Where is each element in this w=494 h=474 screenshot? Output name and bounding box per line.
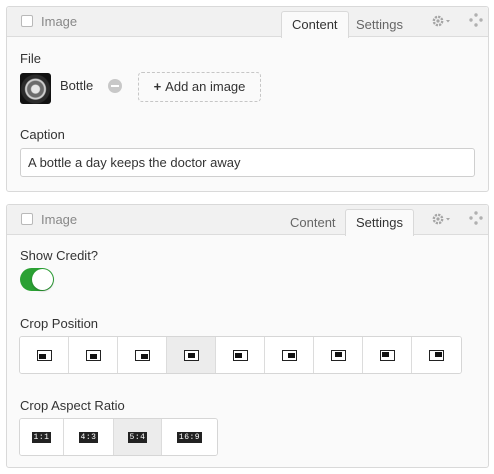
add-image-label: Add an image bbox=[165, 79, 246, 94]
ratio-label: 5:4 bbox=[127, 431, 148, 443]
show-credit-toggle[interactable] bbox=[20, 268, 54, 291]
show-credit-label: Show Credit? bbox=[20, 248, 99, 263]
ratio-label: 4:3 bbox=[78, 431, 99, 443]
crop-bottom-left-icon bbox=[36, 349, 52, 361]
crop-position-center[interactable] bbox=[167, 337, 216, 373]
ratio-label: 1:1 bbox=[31, 431, 52, 443]
crop-center-left-icon bbox=[232, 349, 248, 361]
checkbox-icon[interactable] bbox=[21, 15, 33, 27]
crop-position-top-right[interactable] bbox=[412, 337, 461, 373]
crop-ratio-label: Crop Aspect Ratio bbox=[20, 398, 125, 413]
remove-icon[interactable] bbox=[108, 79, 122, 93]
crop-top-center-icon bbox=[330, 349, 346, 361]
crop-position-top-left[interactable] bbox=[363, 337, 412, 373]
crop-position-bottom-left[interactable] bbox=[20, 337, 69, 373]
caption-input[interactable]: A bottle a day keeps the doctor away bbox=[20, 148, 475, 177]
move-icon[interactable] bbox=[469, 211, 483, 225]
move-icon[interactable] bbox=[469, 13, 483, 27]
plus-icon: + bbox=[153, 79, 162, 94]
crop-position-top-center[interactable] bbox=[314, 337, 363, 373]
image-block-settings-panel: Image Content Settings Show Credit? Crop… bbox=[6, 204, 489, 468]
ratio-label: 16:9 bbox=[176, 431, 203, 443]
crop-top-right-icon bbox=[429, 349, 444, 361]
image-block-content-panel: Image Content Settings File Bottle + Add … bbox=[6, 6, 489, 192]
crop-center-icon bbox=[183, 349, 199, 361]
crop-position-bottom-center[interactable] bbox=[69, 337, 118, 373]
crop-ratio-4-3[interactable]: 4:3 bbox=[64, 419, 114, 455]
add-image-button[interactable]: + Add an image bbox=[138, 72, 261, 102]
tab-settings[interactable]: Settings bbox=[345, 209, 414, 236]
crop-position-center-left[interactable] bbox=[216, 337, 265, 373]
tab-content[interactable]: Content bbox=[279, 209, 347, 236]
crop-ratio-5-4[interactable]: 5:4 bbox=[114, 419, 162, 455]
toggle-knob bbox=[32, 269, 53, 290]
file-name: Bottle bbox=[60, 78, 94, 93]
crop-center-right-icon bbox=[281, 349, 297, 361]
gear-icon[interactable] bbox=[431, 13, 453, 29]
crop-ratio-16-9[interactable]: 16:9 bbox=[162, 419, 217, 455]
checkbox-icon[interactable] bbox=[21, 213, 33, 225]
tab-settings[interactable]: Settings bbox=[345, 11, 414, 38]
crop-ratio-group: 1:1 4:3 5:4 16:9 bbox=[19, 418, 218, 456]
crop-position-group bbox=[19, 336, 462, 374]
crop-position-bottom-right[interactable] bbox=[118, 337, 167, 373]
gear-icon[interactable] bbox=[431, 211, 453, 227]
crop-ratio-1-1[interactable]: 1:1 bbox=[20, 419, 64, 455]
panel-header: Image Content Settings bbox=[7, 205, 488, 236]
caption-label: Caption bbox=[20, 127, 65, 142]
crop-position-center-right[interactable] bbox=[265, 337, 314, 373]
crop-top-left-icon bbox=[379, 349, 395, 361]
panel-header: Image Content Settings bbox=[7, 7, 488, 38]
crop-bottom-center-icon bbox=[85, 349, 101, 361]
panel-title: Image bbox=[41, 14, 78, 29]
tab-content[interactable]: Content bbox=[281, 11, 349, 38]
crop-position-label: Crop Position bbox=[20, 316, 99, 331]
file-label: File bbox=[20, 51, 41, 66]
image-thumbnail[interactable] bbox=[20, 73, 51, 104]
panel-title: Image bbox=[41, 212, 78, 227]
crop-bottom-right-icon bbox=[134, 349, 150, 361]
